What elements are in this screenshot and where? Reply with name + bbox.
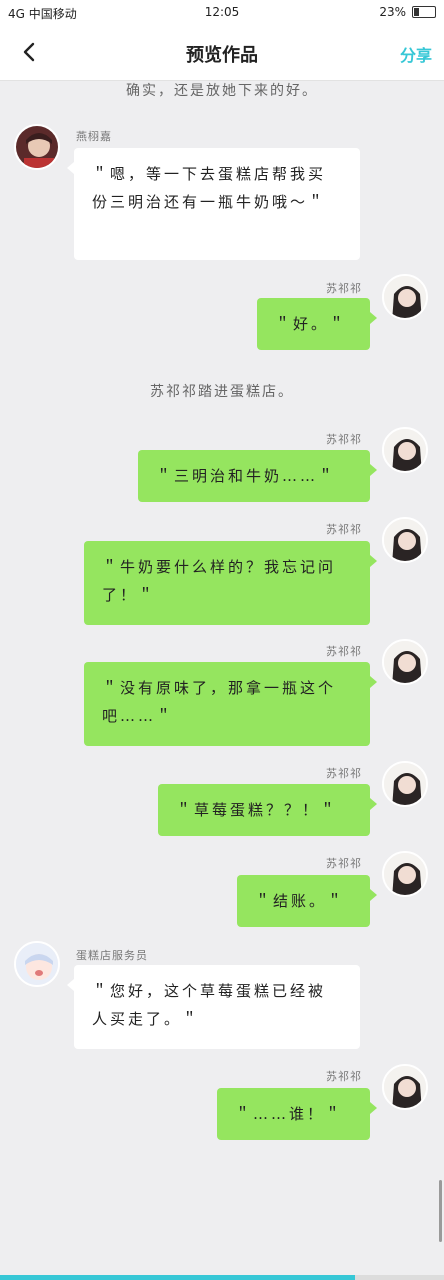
battery-icon (412, 6, 436, 18)
clock: 12:05 (204, 5, 240, 19)
sender-name: 苏祁祁 (326, 1070, 362, 1083)
page-title: 预览作品 (186, 45, 258, 66)
sender-name: 苏祁祁 (326, 282, 362, 295)
message-bubble: ＂三明治和牛奶……＂ (138, 450, 377, 502)
scrollbar[interactable] (439, 1180, 442, 1242)
avatar[interactable] (382, 1064, 428, 1110)
sender-name: 苏祁祁 (326, 645, 362, 658)
message-bubble: ＂嗯，等一下去蛋糕店帮我买份三明治还有一瓶牛奶哦～＂ (67, 148, 360, 260)
sender-name: 燕栩嘉 (76, 130, 112, 143)
avatar[interactable] (382, 427, 428, 473)
message-bubble: ＂没有原味了，那拿一瓶这个吧……＂ (84, 662, 377, 746)
reading-progress-bar (0, 1275, 444, 1280)
share-button[interactable]: 分享 (400, 42, 432, 66)
narration-text: 苏祁祁踏进蛋糕店。 (150, 384, 294, 400)
sender-name: 苏祁祁 (326, 523, 362, 536)
reading-progress-fill (0, 1275, 356, 1280)
sender-name: 蛋糕店服务员 (76, 949, 148, 962)
status-icons: 23% (379, 5, 436, 19)
status-bar: 4G 中国移动 12:05 23% (0, 0, 444, 24)
sender-name: 苏祁祁 (326, 857, 362, 870)
avatar[interactable] (382, 851, 428, 897)
avatar[interactable] (382, 639, 428, 685)
nav-bar: 预览作品 分享 (0, 24, 444, 81)
message-bubble: ＂结账。＂ (237, 875, 377, 927)
message-bubble: ＂牛奶要什么样的？我忘记问了！＂ (84, 541, 377, 625)
avatar[interactable] (14, 124, 60, 170)
avatar[interactable] (14, 941, 60, 987)
message-bubble: ＂草莓蛋糕？？！＂ (158, 784, 377, 836)
avatar[interactable] (382, 761, 428, 807)
avatar[interactable] (382, 517, 428, 563)
narration-text: 确实，还是放她下来的好。 (126, 83, 318, 99)
battery-percent: 23% (379, 5, 406, 19)
avatar[interactable] (382, 274, 428, 320)
message-bubble: ＂……谁！＂ (217, 1088, 377, 1140)
sender-name: 苏祁祁 (326, 767, 362, 780)
message-bubble: ＂您好，这个草莓蛋糕已经被人买走了。＂ (67, 965, 360, 1049)
battery-fill (414, 8, 419, 16)
sender-name: 苏祁祁 (326, 433, 362, 446)
message-bubble: ＂好。＂ (257, 298, 377, 350)
